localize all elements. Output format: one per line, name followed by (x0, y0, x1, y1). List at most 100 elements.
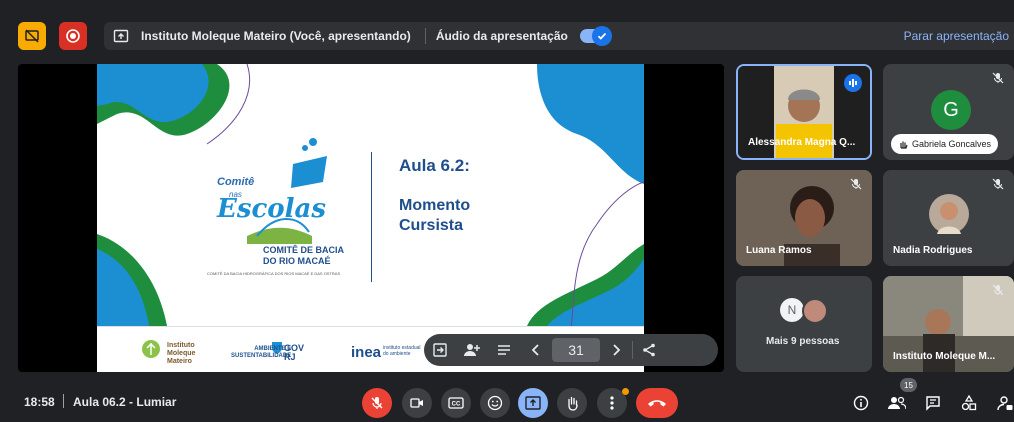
slide-subtitle-line2: Cursista (399, 217, 464, 234)
participant-tile[interactable]: G Gabriela Goncalves (883, 64, 1014, 160)
participant-name: Alessandra Magna Q... (748, 137, 856, 148)
chat-icon (926, 396, 940, 411)
notification-dot (622, 388, 629, 395)
person-add-icon (464, 344, 480, 356)
mic-off-icon (371, 397, 383, 409)
activities-button[interactable] (958, 392, 980, 414)
avatar: G (931, 90, 971, 130)
avatar (929, 194, 969, 234)
mic-off-icon (990, 282, 1006, 298)
people-button[interactable] (886, 392, 908, 414)
present-screen-icon (113, 28, 129, 44)
chat-button[interactable] (922, 392, 944, 414)
participant-tile[interactable]: Alessandra Magna Q... (736, 64, 872, 160)
open-in-new-icon (433, 343, 447, 357)
call-end-icon (648, 400, 666, 407)
footer-ambiente: AMBIENTE E SUSTENTABILIDADE (231, 346, 292, 359)
footer-moleque-mateiro: Instituto Moleque Mateiro (167, 342, 196, 365)
info-icon (853, 395, 869, 411)
footer-gov-rj: GOV RJ (284, 343, 305, 362)
emoji-icon (487, 395, 503, 411)
speaking-indicator-icon (844, 74, 862, 92)
chevron-left-icon (531, 344, 539, 356)
camera-toggle-button[interactable] (402, 388, 432, 418)
camera-off-indicator-button[interactable] (18, 22, 46, 50)
mic-off-icon (848, 176, 864, 192)
presenter-title: Instituto Moleque Mateiro (Você, apresen… (141, 29, 411, 43)
avatar (802, 298, 828, 324)
raise-hand-button[interactable] (557, 388, 587, 418)
open-slides-button[interactable] (424, 334, 456, 366)
next-slide-button[interactable] (600, 334, 632, 366)
participant-tile[interactable]: Nadia Rodrigues (883, 170, 1014, 266)
people-icon (888, 396, 906, 410)
previous-slide-button[interactable] (520, 334, 552, 366)
present-to-all-icon (525, 396, 541, 410)
participant-name: Nadia Rodrigues (893, 245, 973, 256)
divider (63, 394, 64, 408)
more-people-tile[interactable]: N Mais 9 pessoas (736, 276, 872, 372)
avatar: N (780, 298, 804, 322)
clock: 18:58 (24, 395, 55, 409)
slide-subtitle-line1: Momento (399, 197, 471, 214)
host-controls-button[interactable] (994, 392, 1014, 414)
microphone-toggle-button[interactable] (362, 388, 392, 418)
leave-call-button[interactable] (636, 388, 678, 418)
slide-page-number[interactable]: 31 (552, 338, 600, 362)
logo-escolas-text: Escolas (217, 194, 326, 224)
svg-text:CC: CC (452, 402, 461, 408)
speaker-notes-button[interactable] (488, 334, 520, 366)
stop-presenting-button[interactable]: Parar apresentação (904, 29, 1009, 43)
captions-button[interactable]: CC (441, 388, 471, 418)
participant-name: Instituto Moleque M... (893, 351, 996, 362)
present-screen-button[interactable] (518, 388, 548, 418)
presentation-stage: Comitê nas Escolas COMITÊ DE BACIA DO RI… (18, 64, 724, 372)
meeting-title: Aula 06.2 - Lumiar (73, 395, 177, 409)
check-icon (591, 26, 612, 46)
share-button[interactable] (633, 334, 665, 366)
participant-name-chip: Gabriela Goncalves (891, 134, 999, 154)
moleque-mateiro-logo-icon (142, 340, 160, 358)
footer-inea: inea (351, 344, 382, 361)
more-people-avatars: N (780, 298, 828, 324)
more-people-label: Mais 9 pessoas (766, 336, 840, 347)
hand-icon (900, 141, 908, 149)
camera-icon (410, 398, 423, 408)
slides-controls: 31 (424, 334, 718, 366)
more-vert-icon (610, 396, 614, 410)
presentation-audio-label: Áudio da apresentação (435, 29, 568, 43)
slide-subtitle: Momento Cursista (399, 196, 470, 236)
recording-button[interactable] (59, 22, 87, 50)
share-icon (643, 343, 655, 357)
chevron-right-icon (613, 344, 621, 356)
closed-captions-icon: CC (448, 397, 464, 409)
slide-title: Aula 6.2: (399, 156, 470, 175)
shapes-icon (961, 395, 977, 411)
footer-inea-sub: instituto estadual do ambiente (383, 345, 421, 357)
lock-person-icon (997, 396, 1013, 411)
top-bar: Instituto Moleque Mateiro (Você, apresen… (0, 0, 1014, 58)
presentation-audio-toggle[interactable] (579, 26, 612, 46)
participant-tile[interactable]: Luana Ramos (736, 170, 872, 266)
participant-name: Gabriela Goncalves (912, 139, 992, 149)
logo-bacia-line1: COMITÊ DE BACIA (263, 245, 344, 255)
add-person-button[interactable] (456, 334, 488, 366)
meeting-details-button[interactable] (850, 392, 872, 414)
mic-off-icon (990, 70, 1006, 86)
logo-comite-text: Comitê (217, 176, 255, 188)
reactions-button[interactable] (480, 388, 510, 418)
people-count-badge: 15 (900, 378, 917, 392)
presentation-bar: Instituto Moleque Mateiro (Você, apresen… (104, 22, 1014, 50)
screen-share-off-icon (25, 29, 39, 43)
participant-name: Luana Ramos (746, 245, 812, 256)
logo-bacia-line2: DO RIO MACAÉ (263, 256, 331, 266)
participant-tile[interactable]: Instituto Moleque M... (883, 276, 1014, 372)
hand-icon (568, 396, 578, 411)
bottom-bar: 18:58 Aula 06.2 - Lumiar CC (0, 380, 1014, 422)
meet-window: Instituto Moleque Mateiro (Você, apresen… (0, 0, 1014, 422)
slide: Comitê nas Escolas COMITÊ DE BACIA DO RI… (97, 64, 644, 372)
divider (424, 28, 426, 44)
mic-off-icon (990, 176, 1006, 192)
record-icon (66, 29, 80, 43)
logo-fine-print: COMITÊ DA BACIA HIDROGRÁFICA DOS RIOS MA… (207, 271, 341, 276)
